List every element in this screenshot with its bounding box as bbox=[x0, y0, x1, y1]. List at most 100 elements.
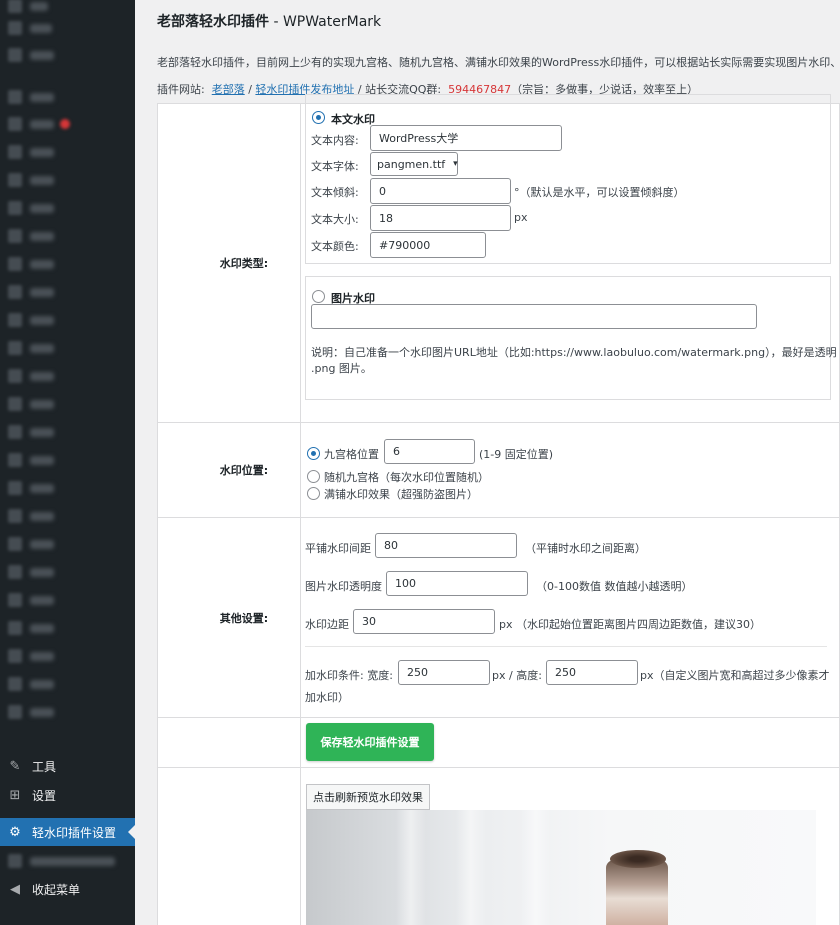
main-content: 老部落轻水印插件 - WPWaterMark 老部落轻水印插件，目前网上少有的实… bbox=[135, 0, 840, 925]
text-watermark-radio[interactable] bbox=[312, 111, 325, 124]
blurred-icon bbox=[8, 257, 22, 271]
page-title: 老部落轻水印插件 - WPWaterMark bbox=[157, 14, 382, 30]
blurred-icon bbox=[8, 649, 22, 663]
sidebar-item-blurred[interactable] bbox=[0, 110, 135, 138]
watermark-position-row: 水印位置: 九宫格位置 6 (1-9 固定位置) 随机九宫格（每次水印位置随机）… bbox=[157, 422, 840, 518]
sidebar-item-tools[interactable]: ✎ 工具 bbox=[0, 752, 135, 780]
text-content-input[interactable]: WordPress大学 bbox=[370, 125, 562, 151]
sidebar-item-blurred[interactable] bbox=[0, 222, 135, 250]
gear-icon: ⚙ bbox=[9, 824, 21, 840]
sidebar-item-blurred[interactable] bbox=[0, 847, 135, 875]
sidebar-item-blurred[interactable] bbox=[0, 670, 135, 698]
sidebar-item-blurred[interactable] bbox=[0, 642, 135, 670]
sidebar-item-blurred[interactable] bbox=[0, 362, 135, 390]
watermark-type-row: 水印类型: 本文水印 文本内容: WordPress大学 文本字体: pangm… bbox=[157, 94, 840, 423]
font-select[interactable]: pangmen.ttf ▾ bbox=[370, 152, 458, 176]
blurred-icon bbox=[8, 145, 22, 159]
blurred-icon bbox=[8, 0, 22, 13]
preview-row: 点击刷新预览水印效果 bbox=[157, 767, 840, 925]
min-height-input[interactable]: 250 bbox=[546, 660, 638, 685]
watermark-preview-image bbox=[306, 810, 816, 925]
watermark-position-label: 水印位置: bbox=[158, 423, 301, 517]
sidebar-item-blurred[interactable] bbox=[0, 474, 135, 502]
sidebar-item-blurred[interactable] bbox=[0, 194, 135, 222]
settings-icon: ⊞ bbox=[9, 787, 21, 803]
blurred-icon bbox=[8, 593, 22, 607]
text-size-input[interactable]: 18 bbox=[370, 205, 511, 231]
sidebar-item-blurred[interactable] bbox=[0, 614, 135, 642]
sidebar-item-blurred[interactable] bbox=[0, 14, 135, 42]
settings-divider bbox=[305, 646, 827, 647]
image-watermark-box bbox=[305, 276, 831, 400]
other-settings-label: 其他设置: bbox=[158, 518, 301, 717]
chevron-down-icon: ▾ bbox=[453, 159, 458, 169]
sidebar-item-blurred[interactable] bbox=[0, 166, 135, 194]
blurred-icon bbox=[8, 705, 22, 719]
tile-watermark-radio[interactable] bbox=[307, 487, 320, 500]
blurred-icon bbox=[8, 173, 22, 187]
blurred-icon bbox=[8, 117, 22, 131]
blurred-icon bbox=[8, 425, 22, 439]
blurred-icon bbox=[8, 285, 22, 299]
wrench-icon: ✎ bbox=[9, 758, 21, 774]
sidebar-item-blurred[interactable] bbox=[0, 530, 135, 558]
sidebar-item-blurred[interactable] bbox=[0, 138, 135, 166]
sidebar-item-blurred[interactable] bbox=[0, 41, 135, 69]
sidebar-item-settings[interactable]: ⊞ 设置 bbox=[0, 781, 135, 809]
image-watermark-radio[interactable] bbox=[312, 290, 325, 303]
save-row: 保存轻水印插件设置 bbox=[157, 717, 840, 768]
sidebar-item-blurred[interactable] bbox=[0, 502, 135, 530]
watermark-type-label: 水印类型: bbox=[158, 104, 301, 422]
blurred-icon bbox=[8, 537, 22, 551]
text-watermark-option: 本文水印 bbox=[331, 113, 375, 126]
image-url-input[interactable] bbox=[311, 304, 757, 329]
sidebar-item-blurred[interactable] bbox=[0, 334, 135, 362]
blurred-icon bbox=[8, 854, 22, 868]
sidebar-item-blurred[interactable] bbox=[0, 306, 135, 334]
sidebar-item-blurred[interactable] bbox=[0, 586, 135, 614]
image-opacity-input[interactable]: 100 bbox=[386, 571, 528, 596]
sidebar-item-blurred[interactable] bbox=[0, 83, 135, 111]
sidebar-item-watermark-settings[interactable]: ⚙ 轻水印插件设置 bbox=[0, 818, 135, 846]
blurred-icon bbox=[8, 21, 22, 35]
min-width-input[interactable]: 250 bbox=[398, 660, 490, 685]
blurred-icon bbox=[8, 677, 22, 691]
laobuluo-link[interactable]: 老部落 bbox=[212, 83, 245, 96]
sidebar-item-blurred[interactable] bbox=[0, 418, 135, 446]
sidebar-item-blurred[interactable] bbox=[0, 390, 135, 418]
text-color-input[interactable]: #790000 bbox=[370, 232, 486, 258]
blurred-icon bbox=[8, 229, 22, 243]
blurred-icon bbox=[8, 313, 22, 327]
sidebar-item-blurred[interactable] bbox=[0, 558, 135, 586]
sidebar-item-blurred[interactable] bbox=[0, 698, 135, 726]
blurred-icon bbox=[8, 201, 22, 215]
watermark-margin-input[interactable]: 30 bbox=[353, 609, 495, 634]
grid-position-radio[interactable] bbox=[307, 447, 320, 460]
save-settings-button[interactable]: 保存轻水印插件设置 bbox=[306, 723, 434, 761]
update-badge bbox=[60, 119, 70, 129]
image-note-line1: 说明：自己准备一个水印图片URL地址（比如:https://www.laobul… bbox=[311, 346, 837, 359]
other-settings-row: 其他设置: 平铺水印间距 80 （平铺时水印之间距离） 图片水印透明度 100 … bbox=[157, 517, 840, 718]
plugin-intro: 老部落轻水印插件，目前网上少有的实现九宫格、随机九宫格、满铺水印效果的WordP… bbox=[157, 56, 840, 69]
random-grid-radio[interactable] bbox=[307, 470, 320, 483]
text-tilt-input[interactable]: 0 bbox=[370, 178, 511, 204]
blurred-icon bbox=[8, 341, 22, 355]
blurred-icon bbox=[8, 509, 22, 523]
tile-spacing-input[interactable]: 80 bbox=[375, 533, 517, 558]
sidebar-item-blurred[interactable] bbox=[0, 250, 135, 278]
refresh-preview-button[interactable]: 点击刷新预览水印效果 bbox=[306, 784, 430, 810]
blurred-icon bbox=[8, 369, 22, 383]
collapse-icon: ◀ bbox=[10, 881, 20, 897]
blurred-icon bbox=[8, 565, 22, 579]
blurred-icon bbox=[8, 397, 22, 411]
grid-position-input[interactable]: 6 bbox=[384, 439, 475, 464]
blurred-icon bbox=[8, 481, 22, 495]
sidebar-item-blurred[interactable] bbox=[0, 278, 135, 306]
blurred-icon bbox=[8, 453, 22, 467]
blurred-icon bbox=[8, 48, 22, 62]
tilt-hint: °（默认是水平，可以设置倾斜度） bbox=[514, 186, 685, 199]
image-note-line2: .png 图片。 bbox=[311, 362, 372, 375]
sidebar-item-blurred[interactable] bbox=[0, 446, 135, 474]
sidebar-item-collapse[interactable]: ◀ 收起菜单 bbox=[0, 875, 135, 903]
admin-sidebar: ✎ 工具 ⊞ 设置 ⚙ 轻水印插件设置 ◀ 收起菜单 bbox=[0, 0, 135, 925]
